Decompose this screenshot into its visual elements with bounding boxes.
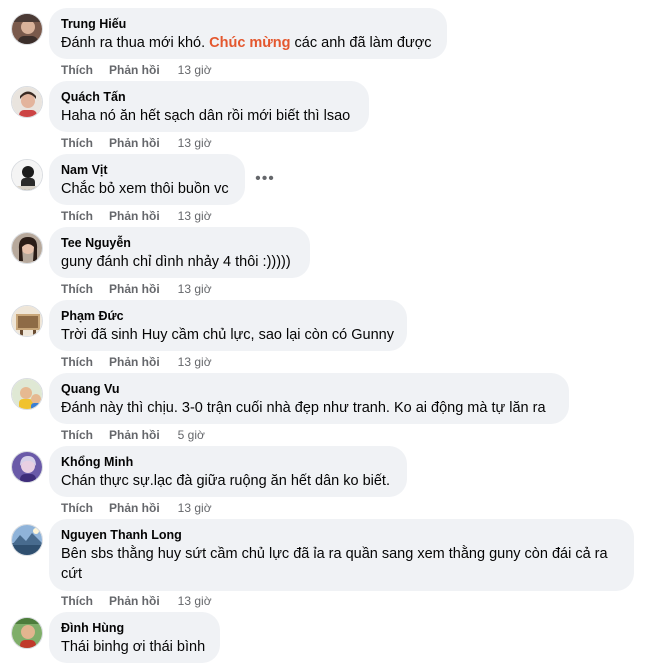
comment-bubble: Trung Hiếu Đánh ra thua mới khó. Chúc mừ… [49, 8, 447, 59]
comment-actions: Thích Phản hồi 13 giờ [61, 500, 212, 516]
avatar[interactable] [11, 617, 43, 649]
like-button[interactable]: Thích [61, 208, 93, 224]
comment-text: Haha nó ăn hết sạch dân rồi mới biết thì… [61, 108, 351, 124]
commenter-name[interactable]: Nam Vịt [61, 162, 233, 178]
comment-timestamp[interactable]: 13 giờ [178, 62, 212, 78]
reply-button[interactable]: Phản hồi [109, 593, 160, 609]
like-button[interactable]: Thích [61, 62, 93, 78]
comment-actions: Thích Phản hồi 13 giờ [61, 62, 212, 78]
comment-timestamp[interactable]: 5 giờ [178, 427, 205, 443]
avatar[interactable] [11, 524, 43, 556]
comment-timestamp[interactable]: 13 giờ [178, 500, 212, 516]
commenter-name[interactable]: Quang Vu [61, 381, 557, 397]
reply-button[interactable]: Phản hồi [109, 208, 160, 224]
reply-button[interactable]: Phản hồi [109, 281, 160, 297]
commenter-name[interactable]: Tee Nguyễn [61, 235, 298, 251]
avatar[interactable] [11, 13, 43, 45]
reply-button[interactable]: Phản hồi [109, 135, 160, 151]
avatar[interactable] [11, 86, 43, 118]
like-button[interactable]: Thích [61, 593, 93, 609]
like-button[interactable]: Thích [61, 281, 93, 297]
comment-text: Đánh ra thua mới khó. Chúc mừng các anh … [61, 33, 435, 53]
comment-text: guny đánh chỉ dình nhảy 4 thôi :))))) [61, 254, 291, 270]
like-button[interactable]: Thích [61, 354, 93, 370]
comment-bubble: Đình Hùng Thái binhg ơi thái bình [49, 612, 220, 663]
comment-timestamp[interactable]: 13 giờ [178, 208, 212, 224]
comment-actions: Thích Phản hồi 13 giờ [61, 281, 212, 297]
commenter-name[interactable]: Trung Hiếu [61, 16, 435, 32]
comment-text: Chán thực sự.lạc đà giữa ruộng ăn hết dâ… [61, 473, 390, 489]
comment-text: Chắc bỏ xem thôi buồn vc [61, 181, 229, 197]
reply-button[interactable]: Phản hồi [109, 500, 160, 516]
avatar[interactable] [11, 232, 43, 264]
comment-bubble: Phạm Đức Trời đã sinh Huy cầm chủ lực, s… [49, 300, 407, 351]
comment-actions: Thích Phản hồi 5 giờ [61, 427, 205, 443]
commenter-name[interactable]: Quách Tấn [61, 89, 357, 105]
comment-timestamp[interactable]: 13 giờ [178, 354, 212, 370]
avatar[interactable] [11, 378, 43, 410]
like-button[interactable]: Thích [61, 135, 93, 151]
comment-bubble: Quang Vu Đánh này thì chịu. 3-0 trận cuố… [49, 373, 569, 424]
avatar[interactable] [11, 305, 43, 337]
like-button[interactable]: Thích [61, 500, 93, 516]
comment-text: Trời đã sinh Huy cầm chủ lực, sao lại cò… [61, 327, 394, 343]
comment-bubble: Khổng Minh Chán thực sự.lạc đà giữa ruộn… [49, 446, 407, 497]
comment-bubble: Tee Nguyễn guny đánh chỉ dình nhảy 4 thô… [49, 227, 310, 278]
comment-actions: Thích Phản hồi 13 giờ [61, 354, 212, 370]
reply-button[interactable]: Phản hồi [109, 62, 160, 78]
comment-bubble: Quách Tấn Haha nó ăn hết sạch dân rồi mớ… [49, 81, 369, 132]
comment-timestamp[interactable]: 13 giờ [178, 593, 212, 609]
reply-button[interactable]: Phản hồi [109, 354, 160, 370]
comment-text: Bên sbs thằng huy sứt cầm chủ lực đã ỉa … [61, 546, 608, 582]
comment-timestamp[interactable]: 13 giờ [178, 281, 212, 297]
comment-actions: Thích Phản hồi 13 giờ [61, 135, 212, 151]
more-options-icon[interactable]: ••• [251, 165, 279, 193]
comment-timestamp[interactable]: 13 giờ [178, 135, 212, 151]
avatar[interactable] [11, 451, 43, 483]
comment-bubble: Nam Vịt Chắc bỏ xem thôi buồn vc [49, 154, 245, 205]
comment-actions: Thích Phản hồi 13 giờ [61, 593, 212, 609]
like-button[interactable]: Thích [61, 427, 93, 443]
comment-text-part: Đánh ra thua mới khó. [61, 35, 210, 51]
commenter-name[interactable]: Khổng Minh [61, 454, 395, 470]
commenter-name[interactable]: Nguyen Thanh Long [61, 527, 622, 543]
comment-text-part: các anh đã làm được [290, 35, 432, 51]
commenter-name[interactable]: Phạm Đức [61, 308, 395, 324]
comment-bubble: Nguyen Thanh Long Bên sbs thằng huy sứt … [49, 519, 634, 591]
comment-text: Đánh này thì chịu. 3-0 trận cuối nhà đẹp… [61, 400, 546, 416]
commenter-name[interactable]: Đình Hùng [61, 620, 208, 636]
highlighted-text: Chúc mừng [209, 35, 291, 51]
avatar[interactable] [11, 159, 43, 191]
reply-button[interactable]: Phản hồi [109, 427, 160, 443]
comment-actions: Thích Phản hồi 13 giờ [61, 208, 212, 224]
comment-text: Thái binhg ơi thái bình [61, 639, 206, 655]
